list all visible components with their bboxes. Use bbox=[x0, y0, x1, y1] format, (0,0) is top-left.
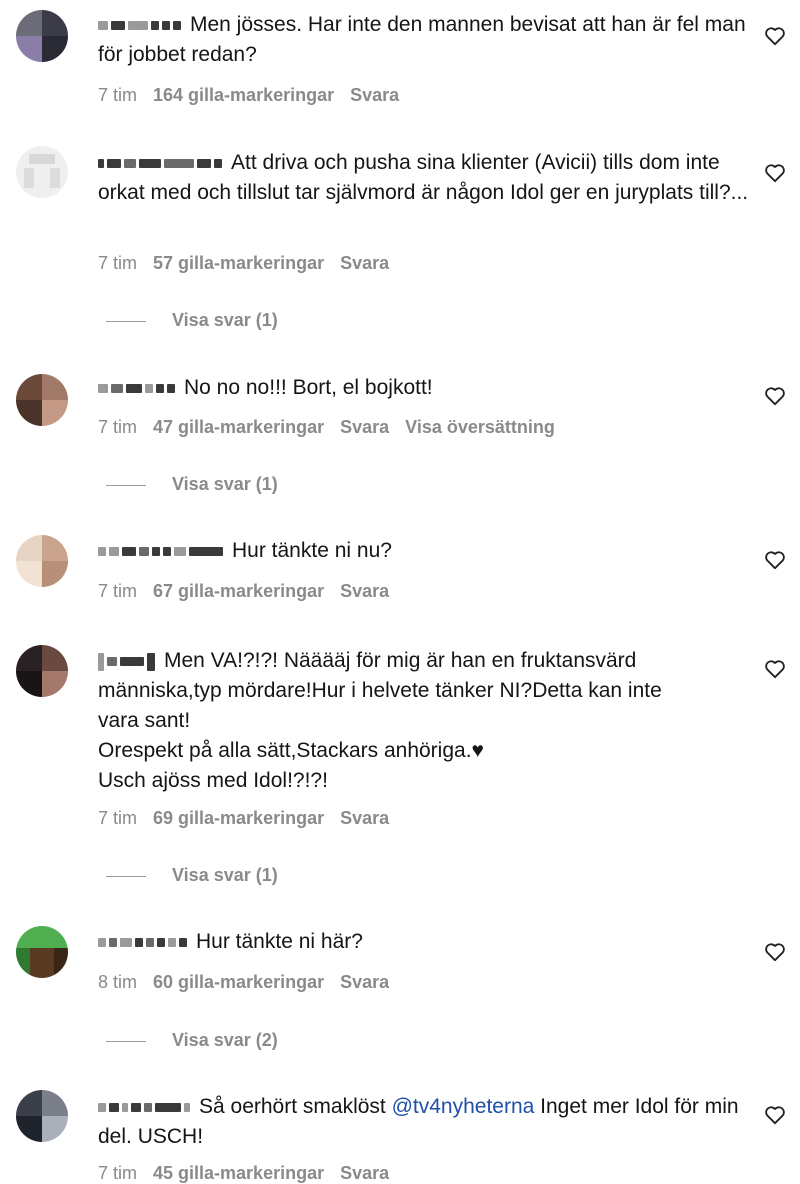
divider bbox=[106, 1040, 146, 1042]
comment-meta: 7 tim 164 gilla-markeringar Svara bbox=[98, 85, 415, 106]
comment-text: Hur tänkte ni nu? bbox=[98, 536, 758, 566]
reply-button[interactable]: Svara bbox=[340, 417, 389, 437]
heart-icon[interactable] bbox=[764, 1105, 786, 1125]
username-redacted[interactable] bbox=[98, 10, 184, 40]
comment-text: Men VA!?!?! Nääääj för mig är han en fru… bbox=[98, 646, 758, 796]
comment-text: No no no!!! Bort, el bojkott! bbox=[98, 373, 758, 403]
reply-button[interactable]: Svara bbox=[340, 1163, 389, 1183]
avatar[interactable] bbox=[16, 374, 68, 426]
comment-text: Så oerhört smaklöst @tv4nyheterna Inget … bbox=[98, 1092, 758, 1152]
comment-meta: 7 tim 57 gilla-markeringar Svara bbox=[98, 253, 405, 274]
comment-meta: 7 tim 45 gilla-markeringar Svara bbox=[98, 1163, 405, 1184]
heart-icon[interactable] bbox=[764, 163, 786, 183]
divider bbox=[106, 320, 146, 322]
comment-text: Hur tänkte ni här? bbox=[98, 927, 758, 957]
reply-button[interactable]: Svara bbox=[350, 85, 399, 105]
reply-button[interactable]: Svara bbox=[340, 253, 389, 273]
likes-count[interactable]: 164 gilla-markeringar bbox=[153, 85, 334, 105]
comment-meta: 7 tim 67 gilla-markeringar Svara bbox=[98, 581, 405, 602]
divider bbox=[106, 484, 146, 486]
username-redacted[interactable] bbox=[98, 536, 226, 566]
view-replies-button[interactable]: Visa svar (1) bbox=[106, 865, 278, 886]
timestamp: 8 tim bbox=[98, 972, 138, 992]
username-redacted[interactable] bbox=[98, 646, 158, 676]
avatar[interactable] bbox=[16, 10, 68, 62]
likes-count[interactable]: 47 gilla-markeringar bbox=[153, 417, 324, 437]
avatar[interactable] bbox=[16, 146, 68, 198]
avatar[interactable] bbox=[16, 535, 68, 587]
username-redacted[interactable] bbox=[98, 148, 225, 178]
view-replies-button[interactable]: Visa svar (1) bbox=[106, 474, 278, 495]
heart-icon[interactable] bbox=[764, 386, 786, 406]
avatar[interactable] bbox=[16, 645, 68, 697]
heart-icon[interactable] bbox=[764, 659, 786, 679]
comment-meta: 8 tim 60 gilla-markeringar Svara bbox=[98, 972, 405, 993]
heart-icon[interactable] bbox=[764, 26, 786, 46]
reply-button[interactable]: Svara bbox=[340, 808, 389, 828]
timestamp: 7 tim bbox=[98, 581, 138, 601]
avatar[interactable] bbox=[16, 926, 68, 978]
heart-icon[interactable] bbox=[764, 942, 786, 962]
timestamp: 7 tim bbox=[98, 417, 138, 437]
likes-count[interactable]: 57 gilla-markeringar bbox=[153, 253, 324, 273]
likes-count[interactable]: 60 gilla-markeringar bbox=[153, 972, 324, 992]
comment-meta: 7 tim 47 gilla-markeringar Svara Visa övers… bbox=[98, 417, 571, 438]
avatar[interactable] bbox=[16, 1090, 68, 1142]
heart-icon[interactable] bbox=[764, 550, 786, 570]
likes-count[interactable]: 69 gilla-markeringar bbox=[153, 808, 324, 828]
comment-meta: 7 tim 69 gilla-markeringar Svara bbox=[98, 808, 405, 829]
username-redacted[interactable] bbox=[98, 927, 190, 957]
timestamp: 7 tim bbox=[98, 253, 138, 273]
mention-link[interactable]: @tv4nyheterna bbox=[392, 1095, 535, 1118]
divider bbox=[106, 875, 146, 877]
translate-button[interactable]: Visa översättning bbox=[405, 417, 555, 437]
username-redacted[interactable] bbox=[98, 373, 178, 403]
likes-count[interactable]: 67 gilla-markeringar bbox=[153, 581, 324, 601]
view-replies-button[interactable]: Visa svar (2) bbox=[106, 1030, 278, 1051]
timestamp: 7 tim bbox=[98, 1163, 138, 1183]
reply-button[interactable]: Svara bbox=[340, 581, 389, 601]
reply-button[interactable]: Svara bbox=[340, 972, 389, 992]
comment-text: Men jösses. Har inte den mannen bevisat … bbox=[98, 10, 758, 70]
view-replies-button[interactable]: Visa svar (1) bbox=[106, 310, 278, 331]
username-redacted[interactable] bbox=[98, 1092, 193, 1122]
likes-count[interactable]: 45 gilla-markeringar bbox=[153, 1163, 324, 1183]
comment-text: Att driva och pusha sina klienter (Avici… bbox=[98, 148, 758, 208]
timestamp: 7 tim bbox=[98, 808, 138, 828]
timestamp: 7 tim bbox=[98, 85, 138, 105]
